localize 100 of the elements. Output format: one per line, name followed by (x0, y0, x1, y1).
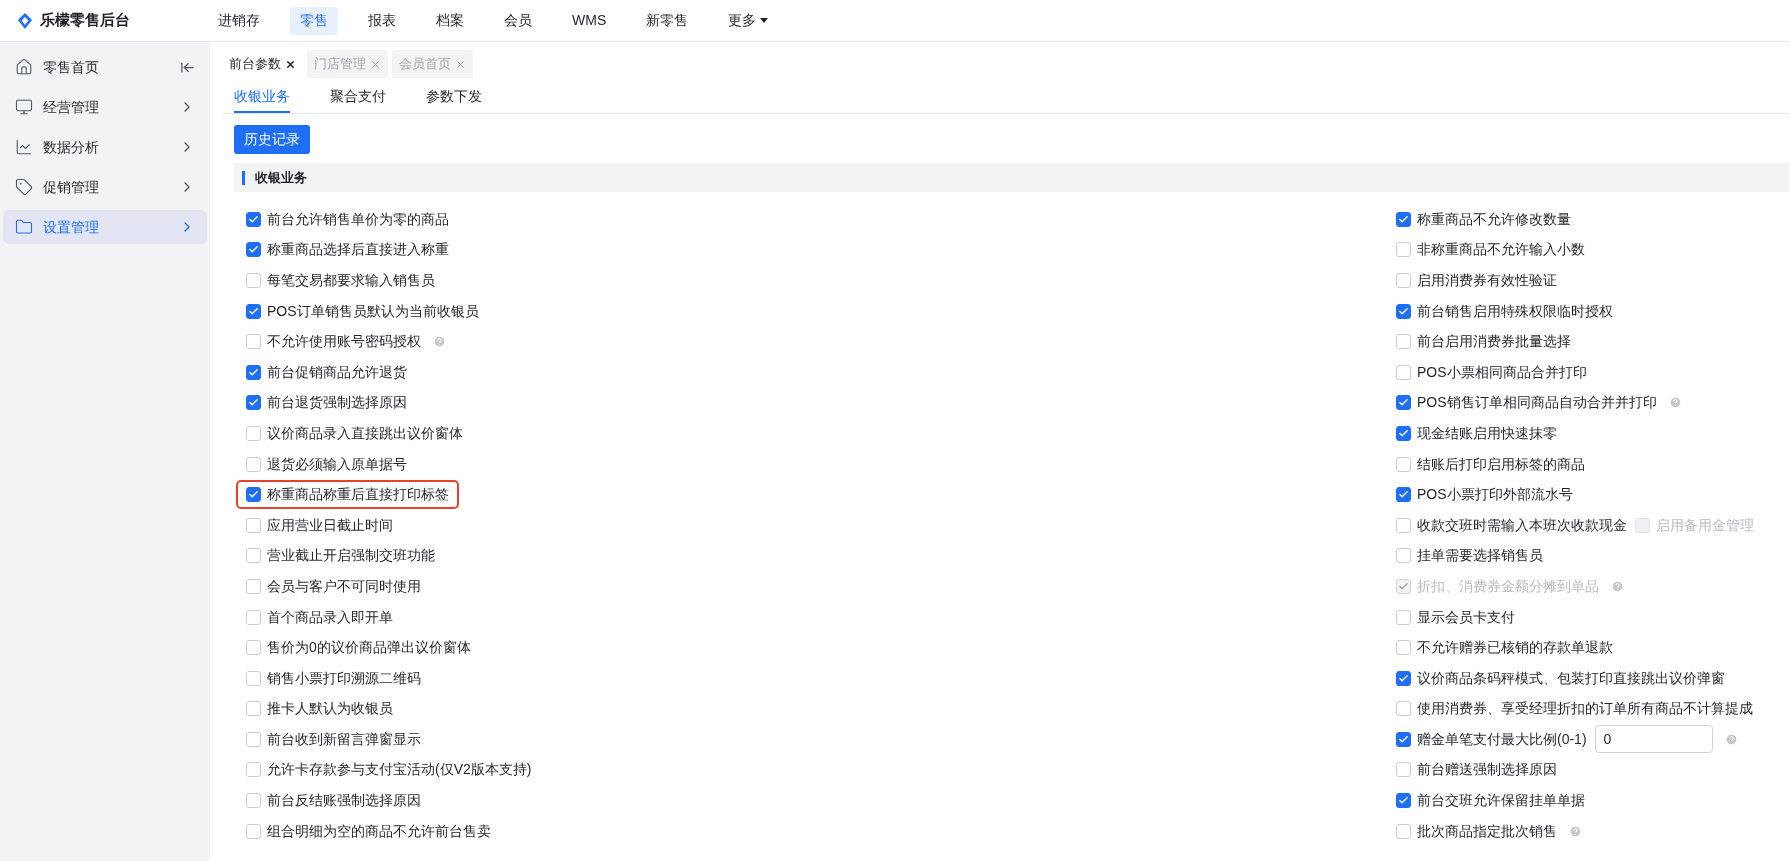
option-label: 每笔交易都要求输入销售员 (267, 271, 435, 290)
checkbox[interactable] (1396, 303, 1411, 319)
line-chart-icon (15, 138, 33, 156)
checkbox[interactable] (1396, 487, 1411, 503)
help-icon[interactable] (1569, 824, 1582, 838)
logo-icon (16, 11, 34, 30)
option-label: 销售小票打印溯源二维码 (267, 668, 421, 688)
option-label: 营业截止开启强制交班功能 (267, 546, 435, 566)
check-icon (248, 366, 259, 378)
section-marker (242, 170, 245, 185)
option-label: 退货必须输入原单据号 (267, 454, 407, 474)
check-icon (1398, 733, 1409, 745)
history-button[interactable]: 历史记录 (234, 125, 310, 154)
nav-tab[interactable]: 会员 (494, 6, 542, 35)
nav-tab[interactable]: WMS (562, 6, 617, 35)
option-label: 前台退货强制选择原因 (267, 393, 407, 413)
checkbox[interactable] (246, 395, 261, 411)
checkbox[interactable] (246, 487, 261, 503)
checkbox[interactable] (246, 364, 261, 380)
check-icon (1398, 580, 1409, 592)
close-icon[interactable] (285, 58, 296, 70)
option-label: 批次商品指定批次销售 (1417, 821, 1557, 841)
check-icon (248, 305, 259, 317)
checkbox[interactable] (1396, 670, 1411, 686)
option-label: 非称重商品不允许输入小数 (1417, 240, 1585, 260)
tab-label: 前台参数 (229, 55, 281, 74)
checkbox[interactable] (1396, 425, 1411, 441)
option-label: 组合明细为空的商品不允许前台售卖 (267, 821, 491, 841)
sidebar-item[interactable]: 零售首页 (3, 50, 207, 84)
option-label: 启用消费券有效性验证 (1417, 271, 1557, 290)
nav-tab[interactable]: 新零售 (636, 6, 699, 35)
check-icon (1398, 305, 1409, 317)
option-label: POS小票相同商品合并打印 (1417, 362, 1587, 382)
check-icon (248, 213, 259, 225)
option-label: 售价为0的议价商品弹出议价窗体 (267, 638, 471, 658)
nav-tab[interactable]: 进销存 (208, 6, 270, 35)
sidebar-item[interactable]: 数据分析 (3, 130, 207, 164)
option-label: 推卡人默认为收银员 (267, 699, 393, 719)
option-label: 挂单需要选择销售员 (1417, 546, 1543, 566)
option-label: 现金结账启用快速抹零 (1417, 423, 1557, 443)
checkbox[interactable] (246, 211, 261, 227)
option-label: 允许卡存款参与支付宝活动(仅V2版本支持) (267, 760, 532, 780)
sub-tab[interactable]: 参数下发 (426, 81, 482, 113)
sidebar-label: 数据分析 (43, 137, 100, 157)
help-icon[interactable] (1668, 396, 1682, 410)
sidebar-label: 零售首页 (43, 57, 100, 77)
option-label: 会员与客户不可同时使用 (267, 576, 421, 596)
tag-icon (15, 178, 33, 196)
option-label: POS订单销售员默认为当前收银员 (267, 301, 479, 321)
option-label: 赠金单笔支付最大比例(0-1) (1417, 729, 1587, 749)
nav-tab[interactable]: 更多 (718, 6, 779, 35)
sidebar-label: 设置管理 (43, 217, 100, 237)
option-label: 前台赠送强制选择原因 (1417, 760, 1557, 780)
sidebar-label: 经营管理 (43, 97, 100, 117)
option-label: 议价商品条码秤模式、包装打印直接跳出议价弹窗 (1417, 668, 1725, 688)
option-label: 前台反结账强制选择原因 (267, 791, 421, 811)
option-label: 前台交班允许保留挂单单据 (1417, 791, 1585, 811)
checkbox[interactable] (1396, 211, 1411, 227)
option-label: 应用营业日截止时间 (267, 515, 393, 535)
sub-tab[interactable]: 收银业务 (234, 81, 290, 113)
option-label: 称重商品称重后直接打印标签 (267, 485, 449, 505)
nav-tab[interactable]: 档案 (426, 6, 474, 35)
sidebar-item[interactable]: 促销管理 (3, 170, 207, 204)
checkbox[interactable] (246, 242, 261, 258)
check-icon (1398, 213, 1409, 225)
nav-tab[interactable]: 零售 (290, 6, 338, 35)
option-label: 折扣、消费券金额分摊到单品 (1417, 576, 1599, 596)
option-label: 前台启用消费券批量选择 (1417, 332, 1571, 352)
sidebar-item[interactable]: 设置管理 (3, 210, 207, 244)
option-label: 不允许使用账号密码授权 (267, 332, 421, 352)
option-label: 结账后打印启用标签的商品 (1417, 454, 1585, 474)
help-icon[interactable] (1724, 732, 1738, 746)
option-label: 显示会员卡支付 (1417, 607, 1515, 627)
sub-tab[interactable]: 聚合支付 (330, 81, 386, 113)
option-label: POS销售订单相同商品自动合并并打印 (1417, 393, 1657, 413)
sidebar-item[interactable]: 经营管理 (3, 90, 207, 124)
folder-icon (15, 218, 33, 236)
nav-tab[interactable]: 报表 (358, 6, 406, 35)
checkbox[interactable] (1396, 731, 1411, 747)
checkbox[interactable] (1396, 793, 1411, 809)
option-label: 议价商品录入直接跳出议价窗体 (267, 423, 463, 443)
option-label: 前台促销商品允许退货 (267, 362, 407, 382)
option-label: 收款交班时需输入本班次收款现金 (1417, 515, 1627, 535)
home-icon (15, 58, 33, 76)
option-label: 首个商品录入即开单 (267, 607, 393, 627)
tab-label: 会员首页 (399, 55, 451, 74)
checkbox[interactable] (246, 303, 261, 319)
checkbox[interactable] (1396, 395, 1411, 411)
option-label: 前台允许销售单价为零的商品 (267, 209, 449, 229)
check-icon (1398, 427, 1409, 439)
check-icon (1398, 672, 1409, 684)
option-label: 前台销售启用特殊权限临时授权 (1417, 301, 1613, 321)
ratio-field[interactable]: 0 (1594, 725, 1713, 754)
tab-label: 门店管理 (314, 55, 366, 74)
help-icon[interactable] (433, 335, 446, 349)
section-title: 收银业务 (255, 168, 307, 187)
option-label: 前台收到新留言弹窗显示 (267, 729, 421, 749)
option-label: 不允许赠券已核销的存款单退款 (1417, 638, 1613, 658)
option-label: 启用备用金管理 (1656, 515, 1754, 535)
monitor-icon (15, 98, 33, 116)
